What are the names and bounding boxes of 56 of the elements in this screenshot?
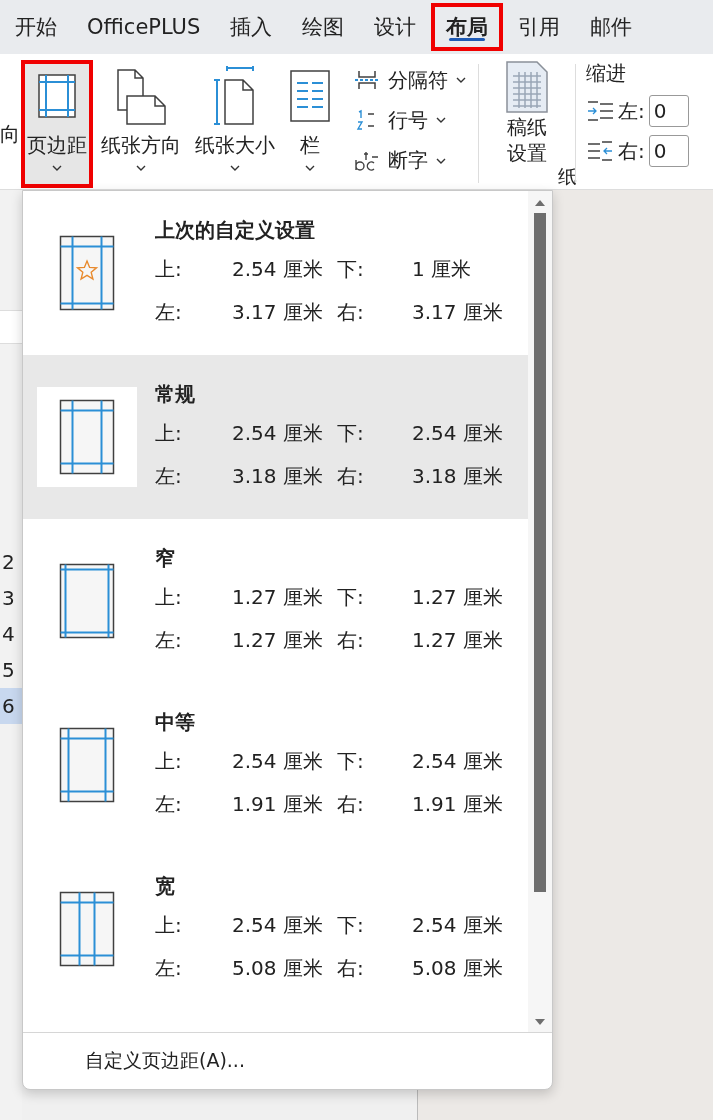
margin-preview-icon bbox=[59, 727, 115, 803]
pages-icon bbox=[115, 66, 167, 126]
ribbon-tab[interactable]: 开始 bbox=[0, 3, 72, 51]
menu-item[interactable]: 窄 上: 1.27 厘米 下: 1.27 厘米 左: 1.27 厘米 右: 1.27 厘米 bbox=[23, 519, 528, 683]
chevron-down-icon bbox=[230, 165, 240, 171]
ribbon-tab[interactable]: 布局 bbox=[431, 3, 504, 51]
chevron-down-icon bbox=[305, 165, 315, 171]
menu-item[interactable]: 常规 上: 2.54 厘米 下: 2.54 厘米 左: 3.18 厘米 右: 3.18 厘米 bbox=[23, 355, 528, 519]
margin-preview-icon bbox=[59, 891, 115, 967]
ribbon-button[interactable]: 稿纸设置 bbox=[505, 60, 549, 166]
indent-left-icon bbox=[586, 101, 614, 121]
nav-item[interactable]: 6 bbox=[0, 688, 22, 724]
scroll-up-icon bbox=[534, 199, 546, 207]
nav-item[interactable]: 5 bbox=[0, 652, 22, 688]
menu-item[interactable]: 上次的自定义设置 上: 2.54 厘米 下: 1 厘米 左: 3.17 厘米 右: 3.17 厘米 bbox=[23, 191, 528, 355]
button-label: 向 bbox=[0, 121, 20, 148]
chevron-down-icon bbox=[52, 165, 62, 171]
input-field[interactable]: 0 bbox=[648, 135, 689, 167]
field-label: 右: bbox=[618, 137, 645, 165]
chevron-down-icon bbox=[456, 77, 466, 84]
ribbon-button[interactable]: 纸张方向 bbox=[95, 60, 187, 188]
margin-preview-icon bbox=[59, 563, 115, 639]
ribbon-button[interactable]: 页边距 bbox=[21, 60, 93, 188]
ribbon-tab[interactable]: 插入 bbox=[215, 3, 288, 51]
input-field[interactable]: 0 bbox=[648, 95, 689, 127]
menu-item[interactable]: 中等 上: 2.54 厘米 下: 2.54 厘米 左: 1.91 厘米 右: 1.91 厘米 bbox=[23, 683, 528, 847]
nav-item[interactable]: 2 bbox=[0, 544, 22, 580]
page-size-icon bbox=[213, 66, 257, 126]
field-label: 左: bbox=[618, 97, 645, 125]
scrollbar[interactable] bbox=[528, 191, 552, 1032]
chevron-down-icon bbox=[436, 117, 446, 124]
ribbon-tab[interactable]: 引用 bbox=[503, 3, 576, 51]
group-label: 纸 bbox=[557, 166, 577, 187]
ribbon-button[interactable]: 栏 bbox=[283, 60, 337, 188]
ribbon-button[interactable]: 分隔符 bbox=[354, 66, 466, 94]
chevron-down-icon bbox=[136, 165, 146, 171]
ribbon-button[interactable]: 行号 bbox=[354, 107, 466, 134]
ribbon-tab[interactable]: OfficePLUS bbox=[72, 3, 216, 51]
chevron-down-icon bbox=[436, 157, 446, 164]
menu-item[interactable]: 自定义页边距(A)... bbox=[23, 1033, 552, 1089]
search-field[interactable] bbox=[0, 310, 22, 344]
menu-item[interactable]: 宽 上: 2.54 厘米 下: 2.54 厘米 左: 5.08 厘米 右: 5.08 厘米 bbox=[23, 847, 528, 1011]
scroll-down-icon bbox=[534, 1018, 546, 1026]
nav-item[interactable]: 3 bbox=[0, 580, 22, 616]
ribbon-button[interactable]: 纸张大小 bbox=[189, 60, 281, 188]
ribbon-tab[interactable]: 邮件 bbox=[575, 3, 648, 51]
ribbon-tab[interactable]: 设计 bbox=[359, 3, 432, 51]
margin-preview-icon bbox=[59, 399, 115, 475]
ribbon-tab[interactable]: 绘图 bbox=[287, 3, 360, 51]
group-title: 缩进 bbox=[586, 60, 627, 87]
grid-paper-icon bbox=[505, 60, 549, 114]
margin-preview-icon bbox=[59, 235, 115, 311]
nav-item[interactable]: 4 bbox=[0, 616, 22, 652]
page-break-icon bbox=[354, 69, 380, 92]
indent-right-icon bbox=[586, 141, 614, 161]
ribbon-button[interactable]: 断字 bbox=[354, 147, 466, 175]
